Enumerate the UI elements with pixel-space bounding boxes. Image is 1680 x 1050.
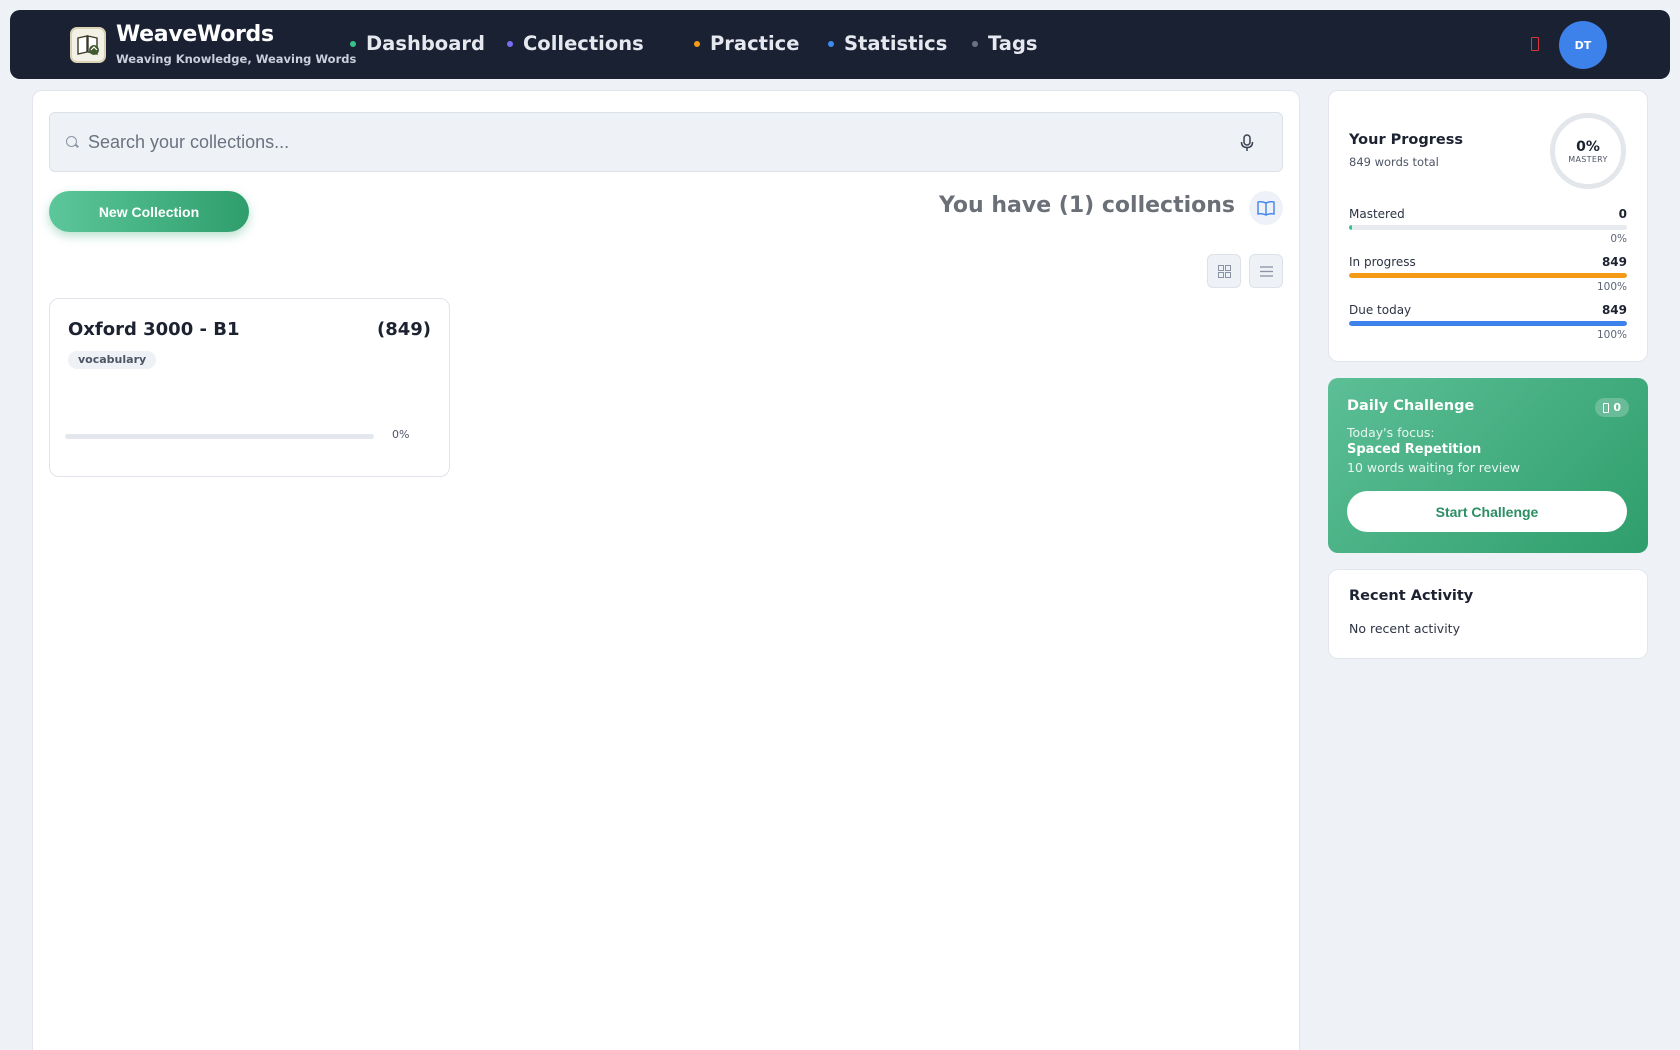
avatar[interactable]: DT (1559, 21, 1607, 69)
collection-title: Oxford 3000 - B1 (68, 319, 240, 340)
nav-dashboard[interactable]: Dashboard (350, 32, 485, 55)
top-navbar: WeaveWords Weaving Knowledge, Weaving Wo… (10, 10, 1670, 79)
streak-count: 0 (1613, 401, 1621, 414)
mastery-label: MASTERY (1568, 154, 1608, 164)
microphone-icon[interactable] (1240, 134, 1254, 156)
stat-inprogress-label: In progress (1349, 255, 1416, 269)
nav-dot-icon (694, 40, 700, 47)
nav-statistics[interactable]: Statistics (828, 32, 947, 55)
brand-subtitle: Weaving Knowledge, Weaving Words (116, 52, 357, 66)
collection-progress-text: 0% (392, 428, 410, 441)
nav-label: Practice (710, 32, 800, 55)
recent-activity-panel: Recent Activity No recent activity (1328, 569, 1648, 659)
search-input[interactable] (88, 128, 1208, 156)
nav-tags[interactable]: Tags (972, 32, 1038, 55)
mastery-ring: 0% MASTERY (1550, 113, 1626, 189)
stat-due-label: Due today (1349, 303, 1412, 317)
challenge-desc: 10 words waiting for review (1347, 460, 1521, 475)
nav-dot-icon (972, 40, 978, 47)
nav-label: Collections (523, 32, 644, 55)
new-collection-button[interactable]: New Collection (49, 191, 249, 232)
stat-inprogress-pct: 100% (1596, 281, 1627, 293)
stat-due-value: 849 (1601, 303, 1627, 317)
nav-label: Dashboard (366, 32, 485, 55)
recent-activity-empty: No recent activity (1349, 621, 1460, 636)
stat-mastered-label: Mastered (1349, 207, 1405, 221)
challenge-title: Daily Challenge (1347, 398, 1475, 414)
stat-due-bar (1349, 321, 1627, 326)
challenge-focus-label: Today's focus: (1347, 425, 1435, 440)
brand-title[interactable]: WeaveWords (116, 22, 274, 47)
book-icon[interactable] (1249, 191, 1283, 225)
challenge-focus: Spaced Repetition (1347, 442, 1482, 457)
collection-word-count: (849) (376, 319, 431, 340)
progress-subtitle: 849 words total (1349, 155, 1439, 169)
nav-label: Statistics (844, 32, 948, 55)
nav-label: Tags (988, 32, 1038, 55)
streak-badge: 0 (1595, 398, 1629, 417)
flame-icon (1603, 402, 1610, 413)
bell-icon[interactable] (1531, 37, 1539, 51)
nav-dot-icon (350, 40, 356, 47)
collection-tag[interactable]: vocabulary (68, 351, 157, 369)
search-icon (66, 136, 77, 147)
list-view-icon[interactable] (1249, 254, 1283, 288)
stat-fill (1349, 321, 1627, 326)
grid-view-icon[interactable] (1207, 254, 1241, 288)
progress-panel: Your Progress 849 words total 0% MASTERY… (1328, 90, 1648, 362)
stat-inprogress-value: 849 (1601, 255, 1627, 269)
nav-practice[interactable]: Practice (694, 32, 799, 55)
search-bar (49, 112, 1283, 172)
nav-dot-icon (828, 40, 834, 47)
nav-dot-icon (507, 40, 513, 47)
mastery-value: 0% (1576, 138, 1600, 155)
nav-collections[interactable]: Collections (507, 32, 644, 55)
stat-due-pct: 100% (1596, 329, 1627, 341)
collection-progress-bar (65, 434, 374, 439)
stat-mastered-bar (1349, 225, 1627, 230)
logo-icon[interactable] (70, 27, 106, 63)
stat-mastered-value: 0 (1618, 207, 1627, 221)
daily-challenge-panel: Daily Challenge 0 Today's focus: Spaced … (1328, 378, 1648, 553)
stat-inprogress-bar (1349, 273, 1627, 278)
stat-fill (1349, 273, 1627, 278)
collection-count: You have (1) collections (939, 193, 1235, 218)
start-challenge-button[interactable]: Start Challenge (1347, 491, 1627, 532)
stat-mastered-pct: 0% (1610, 233, 1627, 245)
stat-fill (1349, 225, 1352, 230)
collection-card[interactable]: Oxford 3000 - B1 (849) vocabulary 0% (49, 298, 450, 477)
collections-panel: New Collection You have (1) collections … (32, 90, 1300, 1050)
progress-title: Your Progress (1349, 132, 1464, 148)
recent-activity-title: Recent Activity (1349, 588, 1474, 604)
